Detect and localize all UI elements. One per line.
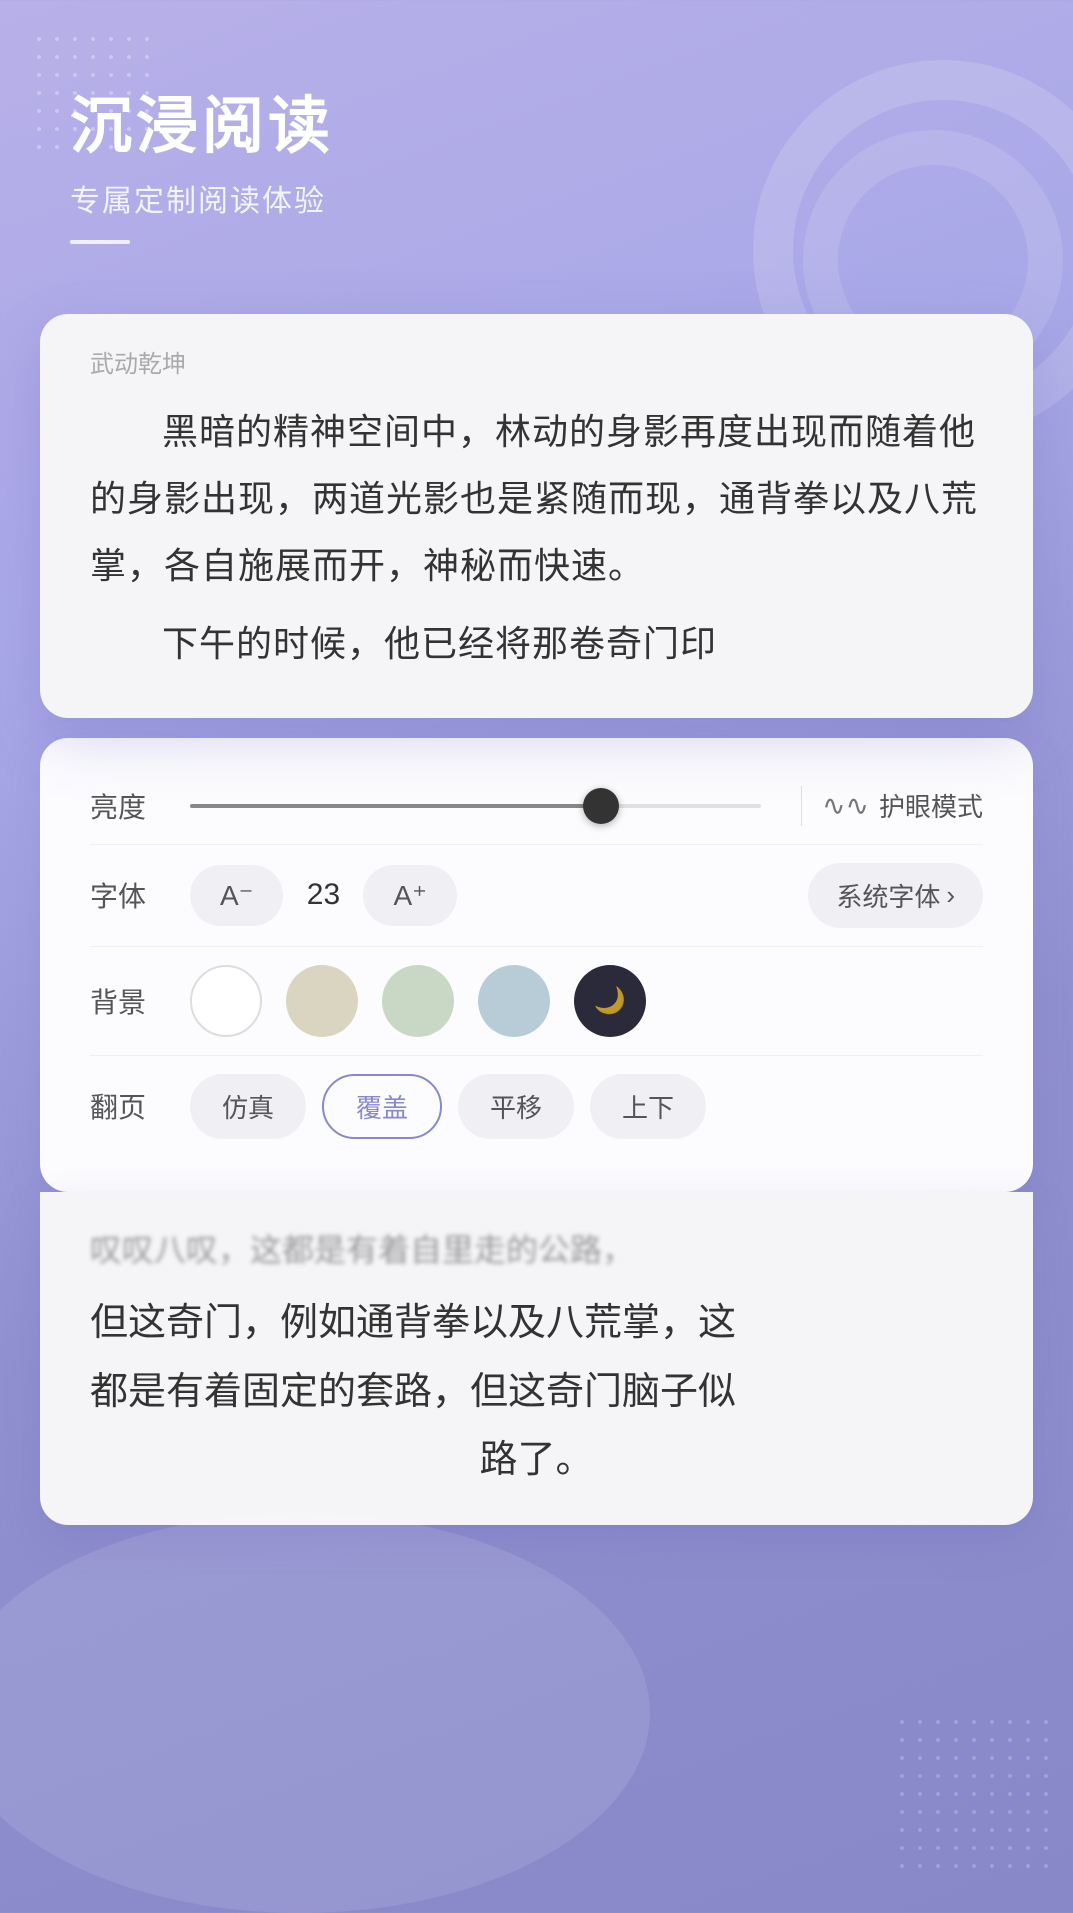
brightness-divider [801, 786, 802, 826]
settings-panel: 亮度 ∿∿ 护眼模式 字体 A⁻ 23 A⁺ 系统字体 › [40, 738, 1033, 1192]
bg-white-button[interactable] [190, 965, 262, 1037]
book-content: 黑暗的精神空间中，林动的身影再度出现而随着他的身影出现，两道光影也是紧随而现，通… [90, 399, 983, 677]
brightness-slider-track[interactable] [190, 804, 761, 808]
font-name-button[interactable]: 系统字体 › [808, 863, 983, 928]
bg-dots-bottom [893, 1713, 1053, 1873]
book-paragraph1: 黑暗的精神空间中，林动的身影再度出现而随着他的身影出现，两道光影也是紧随而现，通… [90, 399, 983, 599]
brightness-row: 亮度 ∿∿ 护眼模式 [90, 768, 983, 845]
eye-mode-section[interactable]: ∿∿ 护眼模式 [822, 787, 983, 824]
eye-mode-label: 护眼模式 [879, 787, 983, 824]
page-btn-cover[interactable]: 覆盖 [322, 1074, 442, 1139]
brightness-label: 亮度 [90, 786, 170, 826]
moon-icon: 🌙 [594, 985, 626, 1016]
font-increase-button[interactable]: A⁺ [363, 865, 456, 926]
bg-label: 背景 [90, 981, 170, 1021]
page-section: 仿真 覆盖 平移 上下 [190, 1074, 983, 1139]
page-btn-slide[interactable]: 平移 [458, 1074, 574, 1139]
bg-section: 🌙 [190, 965, 983, 1037]
book-paragraph2: 下午的时候，他已经将那卷奇门印 [90, 611, 983, 678]
bg-blue-button[interactable] [478, 965, 550, 1037]
bottom-reading: 叹叹八叹，这都是有着自里走的公路， 但这奇门，例如通背拳以及八荒掌，这 都是有着… [40, 1192, 1033, 1525]
bottom-text-line3: 路了。 [90, 1426, 983, 1494]
page-btn-simulated[interactable]: 仿真 [190, 1074, 306, 1139]
chevron-right-icon: › [946, 880, 955, 911]
brightness-section [170, 804, 781, 808]
bg-green-button[interactable] [382, 965, 454, 1037]
page-title: 沉浸阅读 [70, 90, 1003, 164]
bottom-blurred-text: 叹叹八叹，这都是有着自里走的公路， [90, 1222, 983, 1280]
page-btn-vertical[interactable]: 上下 [590, 1074, 706, 1139]
bottom-text-line2: 都是有着固定的套路，但这奇门脑子似 [90, 1358, 983, 1426]
font-section: A⁻ 23 A⁺ 系统字体 › [190, 863, 983, 928]
header: 沉浸阅读 专属定制阅读体验 [0, 0, 1073, 284]
book-title-label: 武动乾坤 [90, 344, 983, 379]
font-decrease-button[interactable]: A⁻ [190, 865, 283, 926]
bottom-text: 但这奇门，例如通背拳以及八荒掌，这 都是有着固定的套路，但这奇门脑子似 路了。 [90, 1289, 983, 1494]
font-label: 字体 [90, 875, 170, 915]
reading-card: 武动乾坤 黑暗的精神空间中，林动的身影再度出现而随着他的身影出现，两道光影也是紧… [40, 314, 1033, 717]
font-size-value: 23 [303, 878, 343, 912]
background-row: 背景 🌙 [90, 947, 983, 1056]
page-label: 翻页 [90, 1086, 170, 1126]
bg-wave [0, 1513, 650, 1913]
brightness-slider-thumb[interactable] [583, 788, 619, 824]
header-divider [70, 240, 130, 244]
font-name-label: 系统字体 [836, 877, 940, 914]
page-subtitle: 专属定制阅读体验 [70, 176, 1003, 220]
bg-dark-button[interactable]: 🌙 [574, 965, 646, 1037]
font-row: 字体 A⁻ 23 A⁺ 系统字体 › [90, 845, 983, 947]
eye-icon: ∿∿ [822, 789, 869, 822]
bg-beige-button[interactable] [286, 965, 358, 1037]
bottom-text-line1: 但这奇门，例如通背拳以及八荒掌，这 [90, 1289, 983, 1357]
page-turn-row: 翻页 仿真 覆盖 平移 上下 [90, 1056, 983, 1157]
brightness-slider-fill [190, 804, 601, 808]
